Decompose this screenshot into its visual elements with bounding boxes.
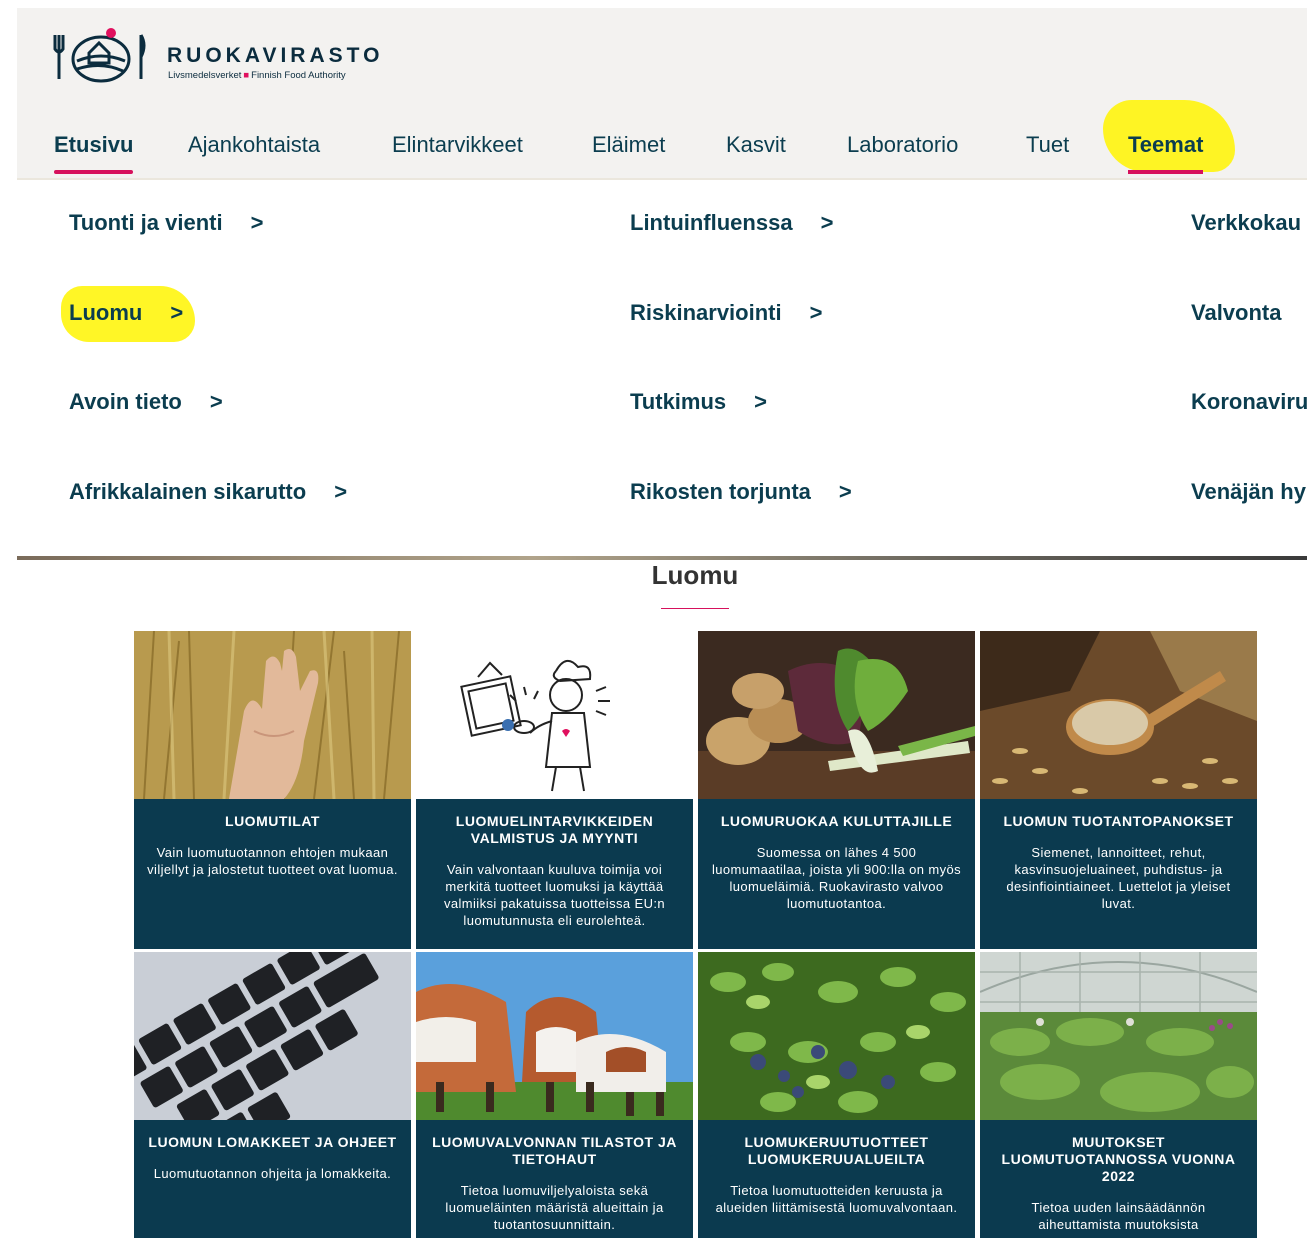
ruokavirasto-logo[interactable] <box>51 25 151 87</box>
menu-link-label: Riskinarviointi <box>630 300 782 325</box>
menu-link-luomu[interactable]: Luomu > <box>69 300 183 326</box>
card-description: Tietoa luomutuotteiden keruusta ja aluei… <box>715 1183 958 1215</box>
chevron-right-icon: > <box>838 479 852 504</box>
keyboard-image <box>134 952 411 1120</box>
brand-name[interactable]: RUOKAVIRASTO <box>167 44 383 68</box>
greenhouse-image <box>980 952 1257 1120</box>
nav-elintarvikkeet[interactable]: Elintarvikkeet <box>392 132 523 176</box>
chevron-right-icon: > <box>170 300 184 325</box>
menu-link-rikosten-torjunta[interactable]: Rikosten torjunta > <box>630 479 852 505</box>
card-image <box>980 631 1257 799</box>
card-luomuruokaa-kuluttajille[interactable]: LUOMURUOKAA KULUTTAJILLE Suomessa on läh… <box>698 631 975 949</box>
card-muutokset-luomutuotannossa[interactable]: MUUTOKSET LUOMUTUOTANNOSSA VUONNA 2022 T… <box>980 952 1257 1238</box>
card-title: LUOMUKERUUTUOTTEET LUOMUKERUUALUEILTA <box>744 1134 929 1167</box>
menu-link-label: Rikosten torjunta <box>630 479 811 504</box>
chevron-right-icon: > <box>809 300 823 325</box>
menu-link-venajan[interactable]: Venäjän hy <box>1191 479 1306 505</box>
card-image <box>134 952 411 1120</box>
grains-spoon-image <box>980 631 1257 799</box>
card-image <box>416 952 693 1120</box>
nav-ajankohtaista[interactable]: Ajankohtaista <box>188 132 320 176</box>
menu-link-lintuinfluenssa[interactable]: Lintuinfluenssa > <box>630 210 833 236</box>
nav-kasvit[interactable]: Kasvit <box>726 132 786 176</box>
card-luomun-lomakkeet[interactable]: LUOMUN LOMAKKEET JA OHJEET Luomutuotanno… <box>134 952 411 1238</box>
card-image <box>698 631 975 799</box>
oat-field-hand-image <box>134 631 411 799</box>
nav-etusivu[interactable]: Etusivu <box>54 132 134 176</box>
card-title: LUOMURUOKAA KULUTTAJILLE <box>720 813 953 829</box>
nav-elaimet[interactable]: Eläimet <box>592 132 665 176</box>
menu-link-verkkokauppa[interactable]: Verkkokau <box>1191 210 1301 236</box>
menu-link-tuonti-ja-vienti[interactable]: Tuonti ja vienti > <box>69 210 263 236</box>
chevron-right-icon: > <box>209 389 223 414</box>
card-luomukeruutuotteet[interactable]: LUOMUKERUUTUOTTEET LUOMUKERUUALUEILTA Ti… <box>698 952 975 1238</box>
menu-link-label: Afrikkalainen sikarutto <box>69 479 307 504</box>
menu-link-avoin-tieto[interactable]: Avoin tieto > <box>69 389 223 415</box>
card-description: Suomessa on lähes 4 500 luomumaatilaa, j… <box>711 845 962 911</box>
card-luomun-tuotantopanokset[interactable]: LUOMUN TUOTANTOPANOKSET Siemenet, lannoi… <box>980 631 1257 949</box>
title-underline <box>661 608 729 609</box>
section-title: Luomu <box>651 560 739 590</box>
card-image <box>416 631 693 799</box>
nav-teemat[interactable]: Teemat <box>1128 132 1204 176</box>
menu-link-koronavirus[interactable]: Koronaviru <box>1191 389 1307 415</box>
card-luomuelintarvikkeiden-valmistus[interactable]: LUOMUELINTARVIKKEIDEN VALMISTUS JA MYYNT… <box>416 631 693 949</box>
chevron-right-icon: > <box>820 210 834 235</box>
card-image <box>698 952 975 1120</box>
menu-link-label: Lintuinfluenssa <box>630 210 793 235</box>
chef-illustration-image <box>416 631 693 799</box>
site-header: RUOKAVIRASTO Livsmedelsverket ■ Finnish Fo… <box>17 8 1307 116</box>
menu-link-afrikkalainen-sikarutto[interactable]: Afrikkalainen sikarutto > <box>69 479 347 505</box>
card-title: LUOMUELINTARVIKKEIDEN VALMISTUS JA MYYNT… <box>455 813 654 846</box>
card-luomutilat[interactable]: LUOMUTILAT Vain luomutuotannon ehtojen m… <box>134 631 411 949</box>
chevron-right-icon: > <box>754 389 768 414</box>
vegetables-image <box>698 631 975 799</box>
card-title: MUUTOKSET LUOMUTUOTANNOSSA VUONNA 2022 <box>1001 1134 1236 1184</box>
card-title: LUOMUTILAT <box>225 813 320 829</box>
card-title: LUOMUVALVONNAN TILASTOT JA TIETOHAUT <box>432 1134 677 1167</box>
menu-link-label: Luomu <box>69 300 143 325</box>
nav-tuet[interactable]: Tuet <box>1026 132 1069 176</box>
card-description: Tietoa luomuviljelyaloista sekä luomuelä… <box>445 1183 664 1232</box>
menu-link-tutkimus[interactable]: Tutkimus > <box>630 389 767 415</box>
menu-link-label: Tutkimus <box>630 389 727 414</box>
brand-subtitle: Livsmedelsverket ■ Finnish Food Authority <box>168 70 346 81</box>
card-image <box>980 952 1257 1120</box>
card-luomuvalvonnan-tilastot[interactable]: LUOMUVALVONNAN TILASTOT JA TIETOHAUT Tie… <box>416 952 693 1238</box>
card-description: Luomutuotannon ohjeita ja lomakkeita. <box>153 1166 392 1181</box>
card-title: LUOMUN TUOTANTOPANOKSET <box>1003 813 1234 829</box>
blueberry-bush-image <box>698 952 975 1120</box>
card-image <box>134 631 411 799</box>
cows-image <box>416 952 693 1120</box>
brand-sub-english: Finnish Food Authority <box>251 70 346 81</box>
chevron-right-icon: > <box>334 479 348 504</box>
brand-sub-swedish: Livsmedelsverket <box>168 70 242 81</box>
card-description: Siemenet, lannoitteet, rehut, kasvinsuoj… <box>1006 845 1231 911</box>
brand-dot-icon: ■ <box>243 70 250 81</box>
menu-link-valvonta[interactable]: Valvonta <box>1191 300 1281 326</box>
menu-link-label: Tuonti ja vienti <box>69 210 223 235</box>
card-description: Vain valvontaan kuuluva toimija voi merk… <box>443 862 666 928</box>
card-title: LUOMUN LOMAKKEET JA OHJEET <box>148 1134 397 1150</box>
card-description: Tietoa uuden lainsäädännön aiheuttamista… <box>1031 1200 1206 1232</box>
menu-link-riskinarviointi[interactable]: Riskinarviointi > <box>630 300 822 326</box>
card-description: Vain luomutuotannon ehtojen mukaan vilje… <box>147 845 398 877</box>
nav-laboratorio[interactable]: Laboratorio <box>847 132 958 176</box>
menu-link-label: Avoin tieto <box>69 389 182 414</box>
chevron-right-icon: > <box>250 210 264 235</box>
